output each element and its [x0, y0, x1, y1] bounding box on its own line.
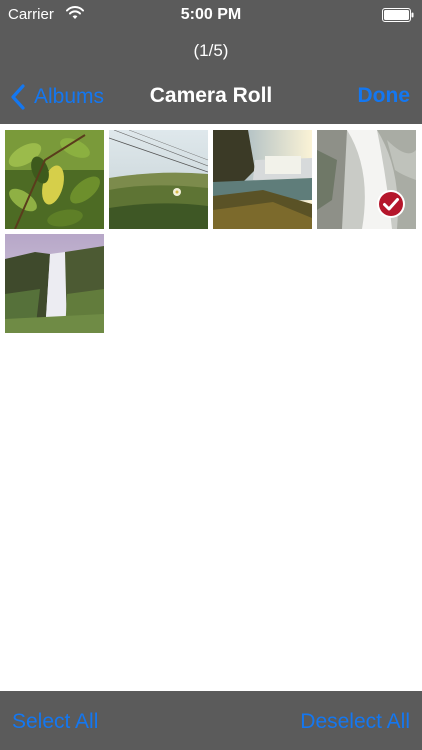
top-bar: Carrier 5:00 PM (1/5) Albums Camera Roll…	[0, 0, 422, 124]
photo-falls-sunset[interactable]	[213, 130, 312, 229]
photo-leaves[interactable]	[5, 130, 104, 229]
leaves-image	[5, 130, 104, 229]
selection-counter: (1/5)	[193, 41, 229, 60]
battery-icon	[382, 8, 414, 22]
back-button[interactable]: Albums	[10, 83, 104, 111]
select-all-button[interactable]: Select All	[12, 709, 98, 735]
deselect-all-button[interactable]: Deselect All	[300, 709, 410, 735]
photo-waterfall-grey[interactable]	[317, 130, 416, 229]
photo-waterfall-cliff[interactable]	[5, 234, 104, 333]
waterfall-cliff-image	[5, 234, 104, 333]
back-button-label: Albums	[34, 85, 105, 108]
falls-sunset-image	[213, 130, 312, 229]
photo-picker-screen: Carrier 5:00 PM (1/5) Albums Camera Roll…	[0, 0, 422, 750]
status-bar: Carrier 5:00 PM	[0, 0, 422, 30]
done-button[interactable]: Done	[358, 83, 411, 109]
wires-grass-image	[109, 130, 208, 229]
photo-wires-grass[interactable]	[109, 130, 208, 229]
navigation-bar: Albums Camera Roll Done	[0, 78, 422, 114]
clock: 5:00 PM	[180, 6, 242, 23]
checkmark-icon	[377, 190, 405, 218]
chevron-left-icon	[11, 84, 25, 110]
photo-grid	[5, 130, 417, 333]
bottom-toolbar: Select All Deselect All	[0, 691, 422, 750]
